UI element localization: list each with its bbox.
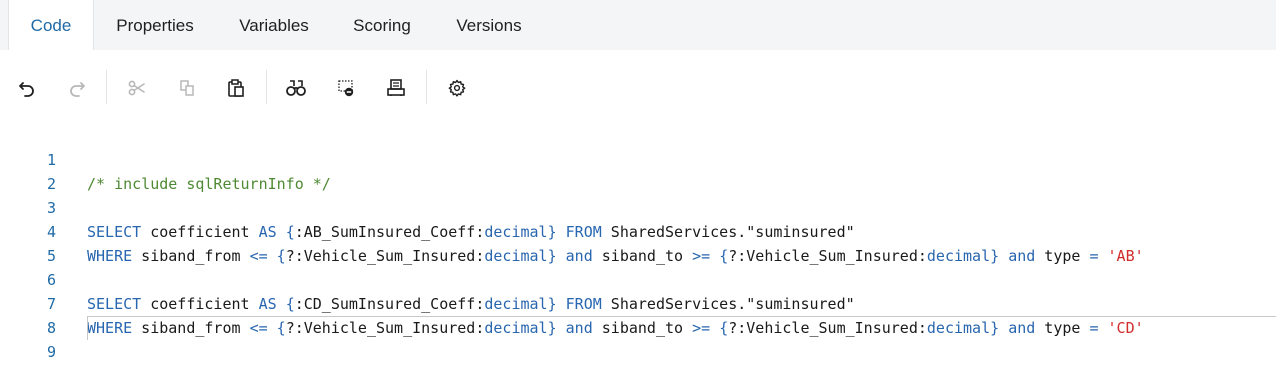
tab-code[interactable]: Code [8, 0, 94, 50]
code-line: 4 WHERE siband_from <= {?:Vehicle_Sum_In… [0, 196, 1144, 265]
code-line: 6 SELECT coefficient AS {:CD_SumInsured_… [0, 244, 855, 313]
code-text: coefficient [141, 295, 259, 313]
keyword: and [1008, 247, 1036, 265]
brace: { [719, 247, 729, 265]
operator: <= [249, 247, 268, 265]
code-line: 5 [0, 220, 56, 265]
redo-button[interactable] [63, 74, 91, 102]
paste-button[interactable] [222, 74, 250, 102]
undo-button[interactable] [13, 74, 41, 102]
operator: = [1089, 247, 1099, 265]
tab-variables[interactable]: Variables [222, 0, 326, 50]
keyword: AS [258, 295, 277, 313]
type-keyword: decimal [484, 247, 548, 265]
editor-toolbar [0, 66, 1276, 110]
find-button[interactable] [282, 74, 310, 102]
toolbar-separator [266, 70, 267, 104]
keyword: WHERE [87, 247, 133, 265]
code-text: ?:Vehicle_Sum_Insured: [285, 247, 485, 265]
keyword: SELECT [87, 295, 142, 313]
code-text: type [1035, 247, 1090, 265]
brace: } [547, 247, 557, 265]
keyword: FROM [565, 223, 602, 241]
print-icon [387, 79, 405, 96]
toolbar-separator [106, 70, 107, 104]
breakpoint-icon [338, 80, 354, 97]
gear-icon [448, 79, 466, 97]
keyword: and [565, 247, 593, 265]
keyword: FROM [565, 295, 602, 313]
active-line-highlight[interactable] [87, 316, 1276, 340]
code-text: coefficient [141, 223, 259, 241]
binoculars-icon [286, 80, 306, 96]
keyword: AS [258, 223, 277, 241]
copy-icon [180, 80, 194, 96]
code-text: SharedServices."suminsured" [601, 295, 855, 313]
type-keyword: decimal [484, 295, 548, 313]
toolbar-separator [426, 70, 427, 104]
undo-icon [19, 82, 34, 97]
code-text: siband_from [132, 247, 250, 265]
toggle-breakpoint-button[interactable] [332, 74, 360, 102]
string-literal: 'AB' [1107, 247, 1144, 265]
brace: } [990, 247, 1000, 265]
code-line: 2 [0, 148, 56, 193]
operator: >= [692, 247, 711, 265]
paste-icon [228, 79, 244, 97]
settings-button[interactable] [443, 74, 471, 102]
copy-button[interactable] [173, 74, 201, 102]
type-keyword: decimal [484, 223, 548, 241]
code-line-active: 9 [0, 316, 56, 361]
tab-bar: Code Properties Variables Scoring Versio… [0, 0, 1276, 50]
code-editor[interactable]: 1 /* include sqlReturnInfo */ 2 3 SELECT… [0, 122, 1276, 361]
brace: { [285, 295, 295, 313]
tab-scoring[interactable]: Scoring [338, 0, 426, 50]
cut-icon [128, 80, 145, 96]
cut-button[interactable] [123, 74, 151, 102]
keyword: SELECT [87, 223, 142, 241]
code-line: 1 /* include sqlReturnInfo */ [0, 124, 331, 193]
code-text: :AB_SumInsured_Coeff: [294, 223, 485, 241]
brace: } [547, 295, 557, 313]
sql-comment: /* include sqlReturnInfo */ [87, 175, 331, 193]
line-number: 9 [46, 343, 56, 361]
tab-versions[interactable]: Versions [440, 0, 538, 50]
type-keyword: decimal [926, 247, 991, 265]
code-text: ?:Vehicle_Sum_Insured: [728, 247, 927, 265]
brace: { [285, 223, 295, 241]
code-text: SharedServices."suminsured" [601, 223, 855, 241]
code-text: :CD_SumInsured_Coeff: [294, 295, 485, 313]
redo-icon [70, 82, 85, 97]
tab-properties[interactable]: Properties [100, 0, 210, 50]
print-button[interactable] [382, 74, 410, 102]
brace: { [276, 247, 286, 265]
code-line: 7 WHERE siband_from <= {?:Vehicle_Sum_In… [0, 268, 1144, 337]
brace: } [547, 223, 557, 241]
code-line: 3 SELECT coefficient AS {:AB_SumInsured_… [0, 172, 855, 241]
code-line: 8 [0, 292, 56, 337]
code-text: siband_to [592, 247, 693, 265]
